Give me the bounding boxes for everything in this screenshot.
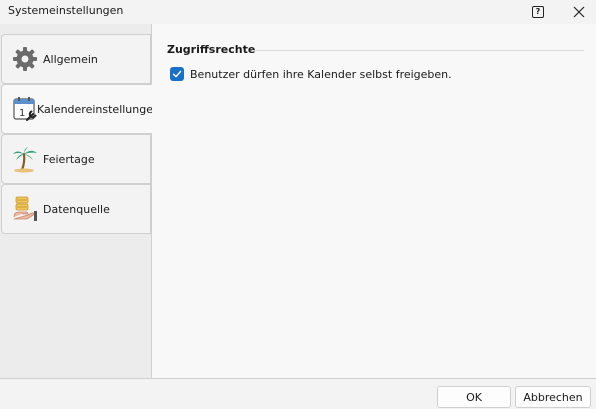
dialog-footer: OK Abbrechen xyxy=(0,378,596,409)
title-bar: Systemeinstellungen ? xyxy=(0,0,596,24)
cancel-button[interactable]: Abbrechen xyxy=(515,386,591,408)
window-title: Systemeinstellungen xyxy=(8,4,124,17)
sidebar-item-label: Feiertage xyxy=(43,152,95,166)
calendar-wrench-icon: 1 xyxy=(11,95,39,123)
settings-window: Systemeinstellungen ? Allgemein 1 Kalend… xyxy=(0,0,596,409)
sidebar-item-label: Kalendereinstellungen xyxy=(37,102,160,116)
share-calendar-checkbox-row[interactable]: Benutzer dürfen ihre Kalender selbst fre… xyxy=(170,67,452,81)
section-title: Zugriffsrechte xyxy=(167,43,256,56)
close-button[interactable] xyxy=(566,2,592,22)
help-icon: ? xyxy=(532,6,544,18)
sidebar-item-feiertage[interactable]: Feiertage xyxy=(1,134,151,184)
sidebar-item-datenquelle[interactable]: Datenquelle xyxy=(1,184,151,234)
sidebar-item-label: Allgemein xyxy=(43,52,98,66)
share-calendar-checkbox[interactable] xyxy=(170,67,184,81)
checkmark-icon xyxy=(172,70,182,78)
sidebar-item-kalendereinstellungen[interactable]: 1 Kalendereinstellungen xyxy=(1,84,160,134)
settings-content: Zugriffsrechte Benutzer dürfen ihre Kale… xyxy=(152,24,596,378)
close-icon xyxy=(573,6,585,18)
sidebar-item-label: Datenquelle xyxy=(43,202,110,216)
sidebar: Allgemein 1 Kalendereinstellungen Feiert… xyxy=(0,24,160,378)
section-divider xyxy=(252,50,584,51)
ok-button[interactable]: OK xyxy=(437,386,511,408)
palm-tree-icon xyxy=(11,145,39,173)
database-hand-icon xyxy=(11,195,39,223)
help-button[interactable]: ? xyxy=(526,2,550,22)
share-calendar-label: Benutzer dürfen ihre Kalender selbst fre… xyxy=(190,67,452,81)
gear-icon xyxy=(11,45,39,73)
svg-text:1: 1 xyxy=(19,108,25,119)
sidebar-item-allgemein[interactable]: Allgemein xyxy=(1,34,151,84)
